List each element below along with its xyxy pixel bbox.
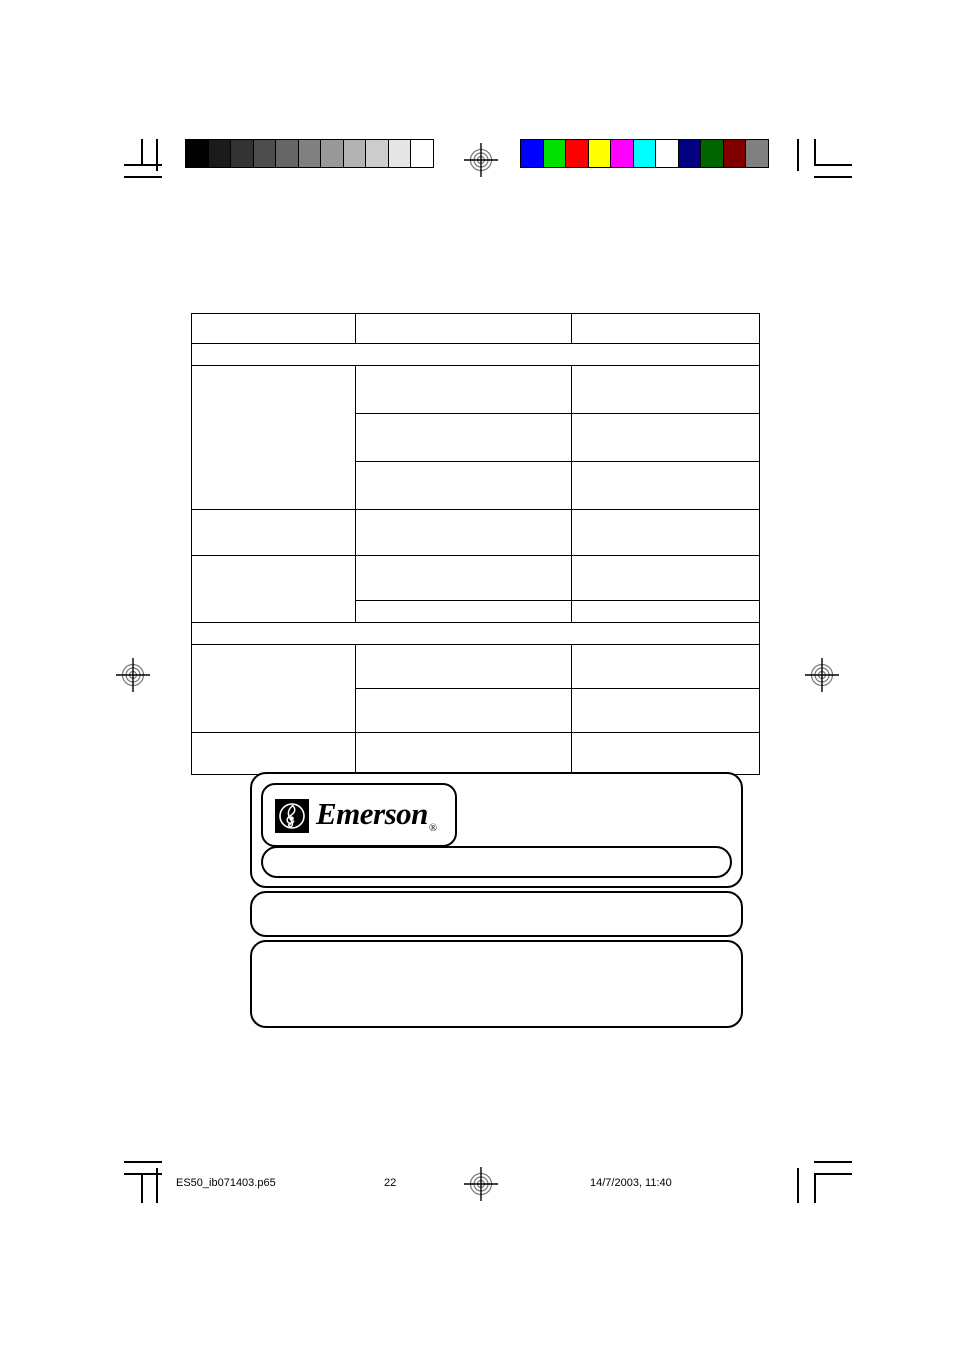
gray-swatch-0 [186, 140, 208, 167]
footer-page-number: 22 [384, 1177, 397, 1189]
registration-target-icon [464, 143, 498, 177]
crop-mark-segment [814, 164, 852, 166]
table-row [191, 644, 760, 733]
gray-swatch-8 [365, 140, 388, 167]
crop-mark-segment [141, 139, 143, 166]
gray-swatch-9 [387, 140, 411, 167]
gray-swatch-10 [410, 140, 434, 167]
table-cell [571, 509, 760, 556]
color-swatch-10 [745, 140, 769, 167]
table-cell [571, 600, 760, 623]
footer-filename: ES50_ib071403.p65 [176, 1177, 276, 1189]
table-cell-group [191, 644, 356, 733]
table-cell [355, 313, 572, 344]
color-swatch-4 [610, 140, 633, 167]
table-row [191, 732, 760, 775]
table-cell [355, 600, 572, 623]
registration-target-icon-right [805, 658, 839, 692]
table-row [191, 365, 760, 510]
color-swatch-6 [655, 140, 678, 167]
table-cell-span [191, 622, 760, 645]
color-swatch-0 [521, 140, 543, 167]
table-cell [571, 313, 760, 344]
table-cell [571, 461, 760, 510]
table-cell [571, 732, 760, 775]
gray-swatch-1 [207, 140, 231, 167]
pill-rounded-box [261, 846, 732, 878]
crop-mark-segment [814, 1161, 852, 1163]
emerson-wordmark-text: Emerson [316, 796, 428, 831]
table-cell [571, 555, 760, 601]
crop-mark-segment [124, 176, 162, 178]
color-swatch-1 [542, 140, 566, 167]
table-cell [355, 555, 572, 601]
emerson-wordmark: Emerson® [316, 798, 437, 834]
table-cell [191, 732, 356, 775]
crop-mark-segment [814, 1173, 852, 1175]
table-cell [191, 313, 356, 344]
crop-mark-segment [814, 1173, 816, 1203]
registered-trademark-icon: ® [428, 822, 437, 835]
table-cell [571, 413, 760, 462]
gray-swatch-5 [297, 140, 321, 167]
crop-mark-segment [156, 139, 158, 171]
process-color-bar [520, 139, 769, 168]
proof-page: Emerson® ES50_ib071403.p65 22 14/7/2003,… [0, 0, 954, 1351]
table-cell [355, 732, 572, 775]
crop-mark-segment [124, 1161, 162, 1163]
footer-timestamp: 14/7/2003, 11:40 [590, 1177, 672, 1189]
table-cell [571, 365, 760, 414]
table-row-span [191, 622, 760, 645]
crop-mark-segment [156, 1168, 158, 1203]
crop-mark-segment [141, 1173, 143, 1203]
registration-target-icon-bottom [464, 1167, 498, 1201]
gray-swatch-6 [320, 140, 343, 167]
outer-rounded-box: Emerson® [250, 772, 743, 888]
gray-swatch-2 [230, 140, 253, 167]
crop-mark-segment [814, 176, 852, 178]
table-cell-group [191, 365, 356, 510]
crop-mark-segment [797, 1168, 799, 1203]
crop-mark-segment [797, 139, 799, 171]
table-cell [571, 644, 760, 689]
warranty-box-stack: Emerson® [250, 772, 743, 1028]
treble-clef-glyph [279, 803, 305, 829]
table-row [191, 313, 760, 344]
table-cell [355, 413, 572, 462]
table-row-span [191, 343, 760, 366]
table-cell [355, 461, 572, 510]
gray-swatch-7 [342, 140, 366, 167]
table-cell [355, 688, 572, 733]
table-cell [571, 688, 760, 733]
table-cell [355, 644, 572, 689]
gray-swatch-4 [275, 140, 298, 167]
color-swatch-2 [565, 140, 588, 167]
grayscale-step-wedge [185, 139, 434, 168]
color-swatch-7 [677, 140, 701, 167]
color-swatch-5 [632, 140, 656, 167]
table-row [191, 509, 760, 556]
registration-target-icon-left [116, 658, 150, 692]
middle-rounded-box [250, 891, 743, 937]
color-swatch-3 [587, 140, 611, 167]
emerson-logo: Emerson® [275, 798, 437, 834]
table-cell-group [191, 555, 356, 623]
table-cell [355, 365, 572, 414]
specifications-table [191, 313, 760, 775]
gray-swatch-3 [252, 140, 276, 167]
crop-mark-segment [814, 139, 816, 166]
logo-rounded-box: Emerson® [261, 783, 457, 847]
table-cell [355, 509, 572, 556]
table-row [191, 555, 760, 623]
color-swatch-8 [700, 140, 723, 167]
color-swatch-9 [722, 140, 746, 167]
bottom-rounded-box [250, 940, 743, 1028]
treble-clef-icon [275, 799, 309, 834]
table-body [191, 313, 760, 775]
table-cell [191, 509, 356, 556]
table-cell-span [191, 343, 760, 366]
